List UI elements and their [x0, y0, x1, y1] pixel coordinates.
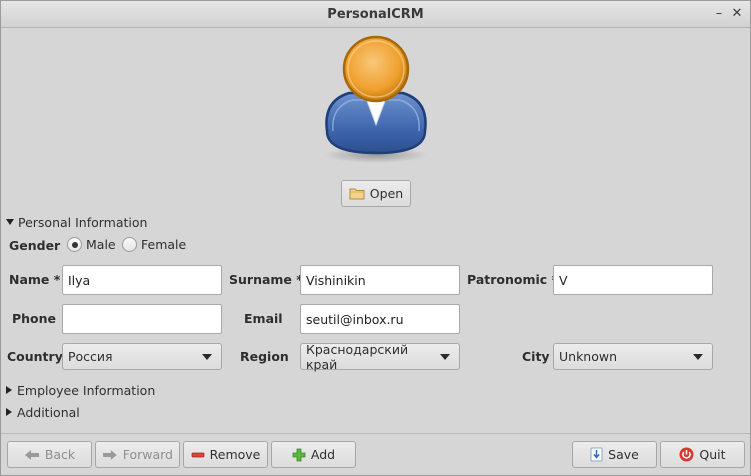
arrow-right-icon — [102, 449, 117, 460]
expander-closed-icon — [6, 408, 12, 416]
minimize-icon[interactable]: – — [710, 5, 728, 23]
phone-field[interactable] — [62, 304, 222, 334]
personal-information-expander[interactable]: Personal Information — [6, 214, 147, 230]
personal-information-label: Personal Information — [18, 214, 148, 230]
employee-information-expander[interactable]: Employee Information — [6, 382, 155, 398]
phone-label: Phone — [12, 311, 57, 326]
country-label: Country — [7, 349, 63, 364]
plus-icon — [292, 448, 306, 461]
expander-closed-icon — [6, 386, 12, 394]
open-photo-label: Open — [369, 186, 404, 201]
gender-female-radio[interactable]: Female — [122, 237, 186, 252]
city-select[interactable]: Unknown — [553, 343, 713, 370]
city-value: Unknown — [559, 349, 618, 364]
chevron-down-icon — [440, 353, 450, 360]
save-icon — [590, 447, 603, 462]
minus-icon — [191, 452, 205, 457]
save-label: Save — [608, 447, 639, 462]
region-select[interactable]: Краснодарский край — [300, 341, 460, 372]
employee-information-label: Employee Information — [17, 382, 156, 398]
chevron-down-icon — [202, 353, 212, 360]
email-field[interactable] — [300, 304, 460, 334]
gender-male-radio[interactable]: Male — [67, 237, 116, 252]
forward-button[interactable]: Forward — [95, 441, 180, 468]
city-label: City — [522, 349, 550, 364]
expander-open-icon — [6, 219, 14, 225]
radio-unchecked-icon — [122, 237, 137, 252]
additional-label: Additional — [17, 404, 80, 420]
surname-label: Surname * — [229, 272, 303, 287]
chevron-down-icon — [693, 353, 703, 360]
remove-button[interactable]: Remove — [183, 441, 268, 468]
power-icon — [679, 447, 694, 462]
country-value: Россия — [68, 349, 113, 364]
quit-button[interactable]: Quit — [660, 441, 745, 468]
gender-female-label: Female — [141, 237, 187, 252]
back-button[interactable]: Back — [7, 441, 92, 468]
add-label: Add — [310, 447, 336, 462]
save-button[interactable]: Save — [572, 441, 657, 468]
country-select[interactable]: Россия — [62, 343, 222, 370]
arrow-left-icon — [24, 449, 39, 460]
open-photo-button[interactable]: Open — [341, 180, 411, 207]
patronomic-label: Patronomic * — [467, 272, 558, 287]
close-icon[interactable]: ✕ — [728, 5, 746, 23]
window-title: PersonalCRM — [327, 7, 424, 22]
additional-expander[interactable]: Additional — [6, 404, 80, 420]
name-field[interactable] — [62, 265, 222, 295]
footer-separator — [1, 433, 750, 434]
surname-field[interactable] — [300, 265, 460, 295]
person-avatar-icon — [324, 35, 428, 163]
region-label: Region — [240, 349, 289, 364]
folder-icon — [349, 188, 365, 200]
title-bar[interactable]: PersonalCRM – ✕ — [1, 1, 750, 28]
email-label: Email — [244, 311, 283, 326]
remove-label: Remove — [209, 447, 261, 462]
gender-label: Gender — [9, 238, 61, 253]
forward-label: Forward — [122, 447, 173, 462]
patronomic-field[interactable] — [553, 265, 713, 295]
back-label: Back — [44, 447, 76, 462]
radio-checked-icon — [67, 237, 82, 252]
add-button[interactable]: Add — [271, 441, 356, 468]
app-window: PersonalCRM – ✕ Open Personal Informatio… — [0, 0, 751, 476]
quit-label: Quit — [699, 447, 726, 462]
region-value: Краснодарский край — [306, 341, 409, 372]
name-label: Name * — [9, 272, 61, 287]
gender-male-label: Male — [86, 237, 116, 252]
